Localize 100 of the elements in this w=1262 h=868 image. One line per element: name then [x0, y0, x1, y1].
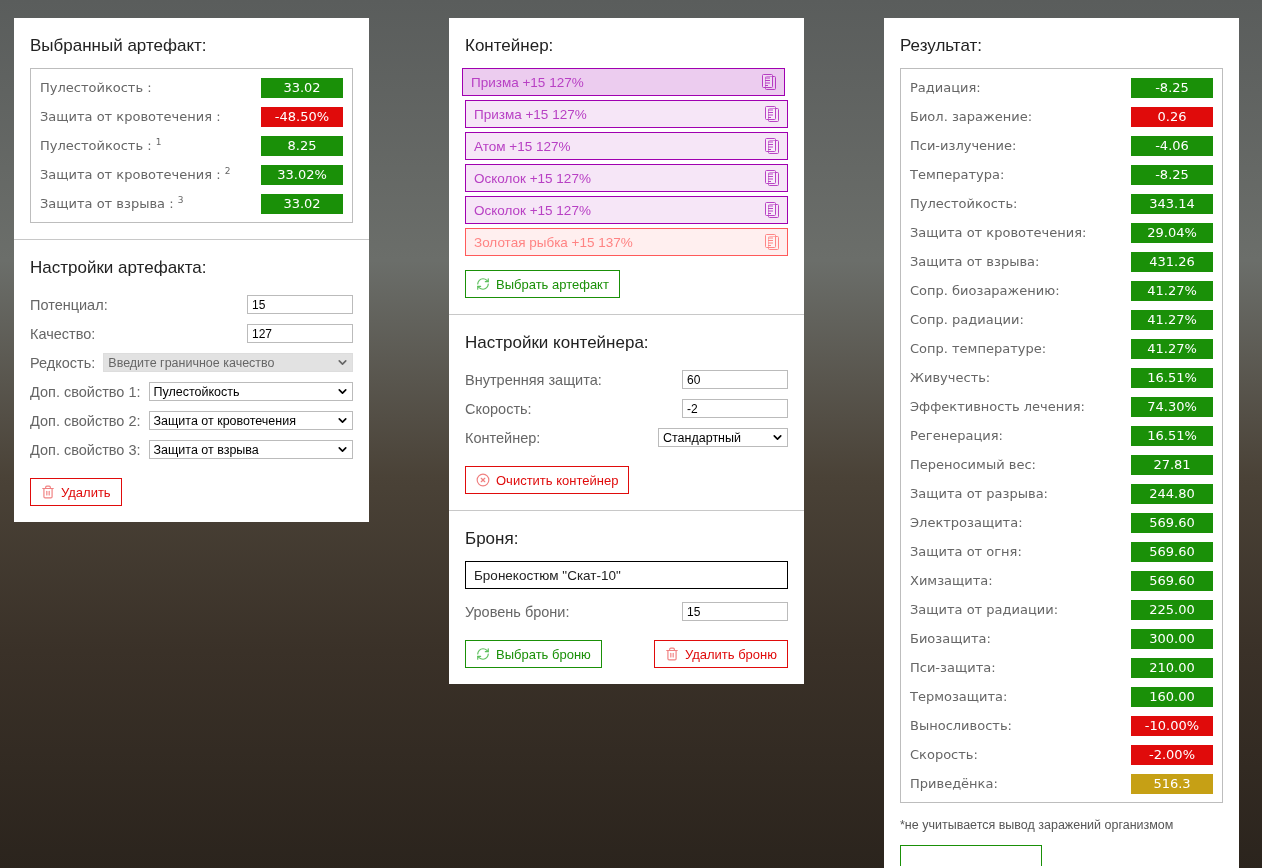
stat-value: 33.02% [261, 164, 343, 185]
stat-label: Защита от кровотечения: [910, 225, 1087, 240]
stat-label: Выносливость: [910, 718, 1012, 733]
field-label: Контейнер: [465, 429, 541, 446]
pick-armor-button[interactable]: Выбрать броню [465, 640, 602, 668]
stat-label: Защита от взрыва: [910, 254, 1040, 269]
stat-value: -2.00% [1131, 744, 1213, 765]
stat-value: 41.27% [1131, 309, 1213, 330]
stat-value: 244.80 [1131, 483, 1213, 504]
stat-label: Пулестойкость: [910, 196, 1018, 211]
field-label: Внутренняя защита: [465, 371, 602, 388]
stat-value: 33.02 [261, 77, 343, 98]
section-title: Настройки контейнера: [465, 333, 650, 353]
stat-label: Защита от огня: [910, 544, 1022, 559]
refresh-icon [476, 277, 490, 291]
stat-label: Радиация: [910, 80, 981, 95]
stat-value: 41.27% [1131, 280, 1213, 301]
stat-value: -8.25 [1131, 164, 1213, 185]
stat-value: 41.27% [1131, 338, 1213, 359]
armor-name-field[interactable]: Бронекостюм "Скат-10" [465, 561, 788, 589]
stat-label: Защита от радиации: [910, 602, 1059, 617]
stat-label: Регенерация: [910, 428, 1003, 443]
stat-label: Сопр. биозаражению: [910, 283, 1060, 298]
stat-value: -10.00% [1131, 715, 1213, 736]
stat-value: 74.30% [1131, 396, 1213, 417]
stat-label: Переносимый вес: [910, 457, 1036, 472]
stat-label: Температура: [910, 167, 1005, 182]
document-icon[interactable] [765, 170, 779, 186]
stat-value: 300.00 [1131, 628, 1213, 649]
stat-label: Скорость: [910, 747, 978, 762]
stat-label: Биозащита: [910, 631, 991, 646]
number-input[interactable]: 60 [682, 370, 788, 389]
stat-value: 569.60 [1131, 512, 1213, 533]
stat-value: 0.26 [1131, 106, 1213, 127]
stat-label: Эффективность лечения: [910, 399, 1085, 414]
stat-label: Сопр. температуре: [910, 341, 1047, 356]
stat-value: 27.81 [1131, 454, 1213, 475]
field-label: Потенциал: [30, 296, 108, 313]
stat-value: 210.00 [1131, 657, 1213, 678]
stat-label: Химзащита: [910, 573, 993, 588]
stat-label: Живучесть: [910, 370, 991, 385]
stat-label: Пулестойкость : [40, 80, 152, 95]
stat-label: Защита от кровотечения : [40, 109, 221, 124]
artifact-item[interactable]: Атом +15 127% [465, 132, 788, 160]
number-input[interactable]: 15 [682, 602, 788, 621]
stat-value: 33.02 [261, 193, 343, 214]
section-title: Выбранный артефакт: [30, 36, 208, 56]
artifact-item[interactable]: Осколок +15 127% [465, 196, 788, 224]
field-label: Доп. свойство 1: [30, 383, 141, 400]
stat-label: Защита от разрыва: [910, 486, 1048, 501]
stat-label: Биол. заражение: [910, 109, 1033, 124]
close-icon [476, 473, 490, 487]
stat-label: Защита от взрыва : $^{3}$ [40, 195, 184, 212]
stat-value: 569.60 [1131, 541, 1213, 562]
number-input[interactable]: 127 [247, 324, 353, 343]
dropdown[interactable]: Стандартный [658, 428, 788, 447]
field-label: Редкость: [30, 354, 96, 371]
delete-armor-button[interactable]: Удалить броню [653, 640, 788, 668]
stat-value: 160.00 [1131, 686, 1213, 707]
stat-value: 8.25 [261, 135, 343, 156]
field-label: Скорость: [465, 400, 532, 417]
stat-label: Сопр. радиации: [910, 312, 1024, 327]
document-icon[interactable] [765, 202, 779, 218]
stat-label: Приведёнка: [910, 776, 998, 791]
stat-value: 16.51% [1131, 425, 1213, 446]
dropdown[interactable]: Защита от кровотечения [148, 411, 353, 430]
clear-container-button[interactable]: Очистить контейнер [465, 466, 630, 494]
section-title: Результат: [900, 36, 984, 56]
button-edge[interactable] [900, 845, 1042, 866]
stat-label: Электрозащита: [910, 515, 1023, 530]
stat-value: -48.50% [261, 106, 343, 127]
field-label: Качество: [30, 325, 96, 342]
stat-label: Пулестойкость : $^{1}$ [40, 137, 162, 154]
section-title: Броня: [465, 529, 520, 549]
trash-icon [664, 647, 679, 661]
field-label: Уровень брони: [465, 603, 570, 620]
delete-button[interactable]: Удалить [30, 478, 122, 506]
section-title: Контейнер: [465, 36, 555, 56]
document-icon[interactable] [765, 138, 779, 154]
stat-label: Пси-излучение: [910, 138, 1017, 153]
refresh-icon [476, 647, 490, 661]
stat-value: 16.51% [1131, 367, 1213, 388]
document-icon[interactable] [765, 106, 779, 122]
number-input[interactable]: 15 [247, 295, 353, 314]
stat-label: Пси-защита: [910, 660, 996, 675]
document-icon[interactable] [765, 234, 779, 250]
number-input[interactable]: -2 [682, 399, 788, 418]
stat-value: -4.06 [1131, 135, 1213, 156]
stat-label: Защита от кровотечения : $^{2}$ [40, 166, 231, 183]
stat-value: 569.60 [1131, 570, 1213, 591]
dropdown[interactable]: Защита от взрыва [148, 440, 353, 459]
artifact-item[interactable]: Призма +15 127% [462, 68, 785, 96]
document-icon[interactable] [762, 74, 776, 90]
pick-artifact-button[interactable]: Выбрать артефакт [465, 270, 620, 298]
field-label: Доп. свойство 2: [30, 412, 141, 429]
stat-value: 225.00 [1131, 599, 1213, 620]
dropdown[interactable]: Пулестойкость [148, 382, 353, 401]
stat-value: 343.14 [1131, 193, 1213, 214]
artifact-item[interactable]: Осколок +15 127% [465, 164, 788, 192]
artifact-item[interactable]: Призма +15 127% [465, 100, 788, 128]
